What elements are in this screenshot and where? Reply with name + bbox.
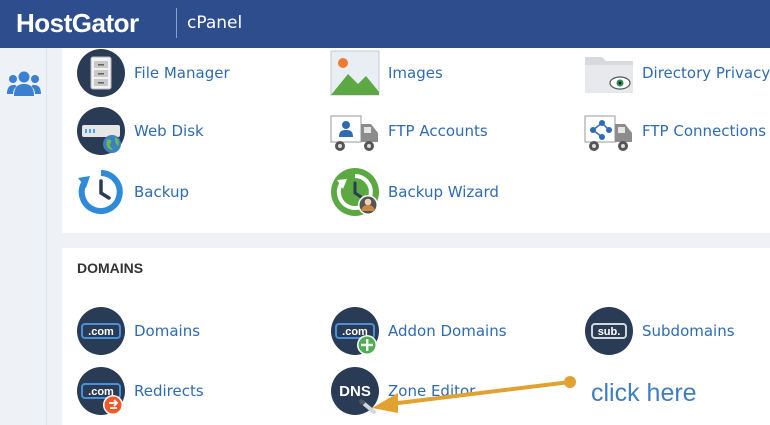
logo-divider bbox=[176, 8, 177, 38]
dns-icon: DNS bbox=[330, 366, 380, 416]
users-icon[interactable] bbox=[7, 70, 41, 96]
truck-network-icon bbox=[584, 106, 634, 156]
web-disk-label: Web Disk bbox=[134, 122, 204, 140]
top-bar: HostGator cPanel bbox=[0, 0, 770, 48]
sub-text: sub. bbox=[598, 326, 621, 338]
product-name: cPanel bbox=[187, 13, 243, 33]
ftp-connections-link[interactable]: FTP Connections bbox=[584, 106, 766, 156]
web-disk-link[interactable]: Web Disk bbox=[76, 106, 204, 156]
dotcom-icon: .com bbox=[76, 306, 126, 356]
backup-wizard-label: Backup Wizard bbox=[388, 183, 499, 201]
domains-com-text: .com bbox=[88, 326, 114, 338]
dotcom-redirect-icon: .com bbox=[76, 366, 126, 416]
dns-text: DNS bbox=[339, 383, 371, 400]
backup-icon bbox=[76, 167, 126, 217]
addon-domains-label: Addon Domains bbox=[388, 322, 507, 340]
file-manager-link[interactable]: File Manager bbox=[76, 48, 230, 98]
ftp-connections-label: FTP Connections bbox=[642, 122, 767, 140]
subdomains-label: Subdomains bbox=[642, 322, 735, 340]
backup-label: Backup bbox=[134, 183, 189, 201]
redirects-label: Redirects bbox=[134, 382, 204, 400]
sidebar bbox=[0, 48, 47, 425]
file-cabinet-icon bbox=[76, 48, 126, 98]
ftp-accounts-link[interactable]: FTP Accounts bbox=[330, 106, 488, 156]
sub-icon: sub. bbox=[584, 306, 634, 356]
folder-eye-icon bbox=[584, 48, 634, 98]
ftp-accounts-label: FTP Accounts bbox=[388, 122, 488, 140]
zone-editor-label: Zone Editor bbox=[388, 382, 476, 400]
domains-label: Domains bbox=[134, 322, 201, 340]
file-manager-label: File Manager bbox=[134, 64, 230, 82]
domains-section-title: DOMAINS bbox=[77, 260, 144, 276]
backup-wizard-link[interactable]: Backup Wizard bbox=[330, 167, 499, 217]
addon-domains-link[interactable]: .com Addon Domains bbox=[330, 306, 507, 356]
files-panel: File Manager Images Directory Privacy We… bbox=[62, 48, 770, 233]
directory-privacy-link[interactable]: Directory Privacy bbox=[584, 48, 770, 98]
hard-drive-globe-icon bbox=[76, 106, 126, 156]
zone-editor-link[interactable]: DNS Zone Editor bbox=[330, 366, 475, 416]
backup-wizard-icon bbox=[330, 167, 380, 217]
redirects-link[interactable]: .com Redirects bbox=[76, 366, 204, 416]
images-link[interactable]: Images bbox=[330, 48, 443, 98]
brand-logo[interactable]: HostGator bbox=[16, 8, 139, 39]
directory-privacy-label: Directory Privacy bbox=[642, 64, 770, 82]
subdomains-link[interactable]: sub. Subdomains bbox=[584, 306, 735, 356]
images-label: Images bbox=[388, 64, 443, 82]
backup-link[interactable]: Backup bbox=[76, 167, 189, 217]
dotcom-plus-icon: .com bbox=[330, 306, 380, 356]
click-here-annotation: click here bbox=[591, 379, 697, 407]
image-icon bbox=[330, 48, 380, 98]
domains-link[interactable]: .com Domains bbox=[76, 306, 200, 356]
truck-user-icon bbox=[330, 106, 380, 156]
